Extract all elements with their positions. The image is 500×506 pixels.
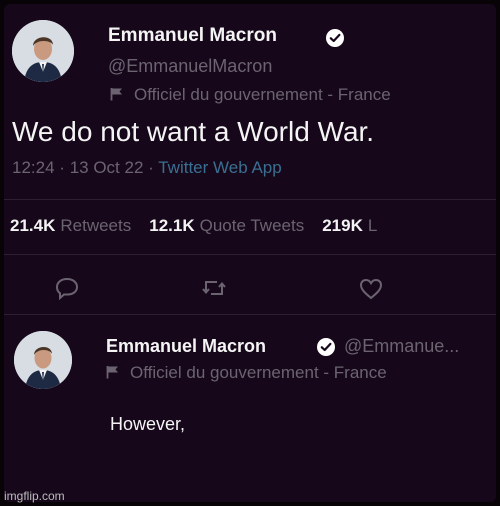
stat-retweets[interactable]: 21.4K Retweets [10, 216, 149, 235]
reply-author-handle[interactable]: @Emmanue... [344, 336, 459, 357]
divider [4, 314, 496, 315]
divider [4, 254, 496, 255]
tweet-date[interactable]: 13 Oct 22 [70, 158, 144, 177]
author-handle[interactable]: @EmmanuelMacron [108, 56, 272, 77]
stat-retweets-value: 21.4K [10, 216, 56, 235]
author-name[interactable]: Emmanuel Macron [108, 25, 277, 47]
tweet-text: We do not want a World War. [12, 116, 375, 147]
stat-quote-tweets[interactable]: 12.1K Quote Tweets [149, 216, 322, 235]
stat-quotes-label: Quote Tweets [199, 216, 305, 235]
flag-icon [110, 88, 122, 101]
meta-separator: · [148, 158, 154, 177]
screenshot-frame: Emmanuel Macron @EmmanuelMacron Officiel… [0, 0, 500, 506]
stat-quotes-value: 12.1K [149, 216, 195, 235]
verified-badge-icon [317, 338, 335, 356]
tweet-meta: 12:24 · 13 Oct 22 · Twitter Web App [12, 158, 282, 178]
government-label: Officiel du gouvernement - France [110, 85, 391, 105]
tweet-time[interactable]: 12:24 [12, 158, 55, 177]
stat-retweets-label: Retweets [60, 216, 132, 235]
government-label-text: Officiel du gouvernement - France [134, 85, 391, 104]
reply-text: However, [110, 414, 186, 434]
tweet-source-link[interactable]: Twitter Web App [158, 158, 281, 177]
divider [4, 199, 496, 200]
tweet-thread: Emmanuel Macron @EmmanuelMacron Officiel… [4, 4, 496, 502]
reply-government-label: Officiel du gouvernement - France [106, 363, 387, 383]
reply-government-label-text: Officiel du gouvernement - France [130, 363, 387, 382]
retweet-icon[interactable] [201, 275, 227, 301]
imgflip-watermark: imgflip.com [4, 489, 65, 503]
meta-separator: · [59, 158, 65, 177]
author-avatar[interactable] [12, 20, 74, 82]
stat-likes[interactable]: 219K L [322, 216, 395, 235]
like-icon[interactable] [358, 276, 384, 302]
tweet-stats: 21.4K Retweets 12.1K Quote Tweets 219K L [10, 216, 395, 236]
reply-author-name[interactable]: Emmanuel Macron [106, 336, 266, 357]
reply-author-avatar[interactable] [14, 331, 72, 389]
verified-badge-icon [326, 29, 344, 47]
stat-likes-label: L [367, 216, 378, 235]
flag-icon [106, 366, 118, 379]
stat-likes-value: 219K [322, 216, 363, 235]
reply-icon[interactable] [54, 275, 80, 301]
